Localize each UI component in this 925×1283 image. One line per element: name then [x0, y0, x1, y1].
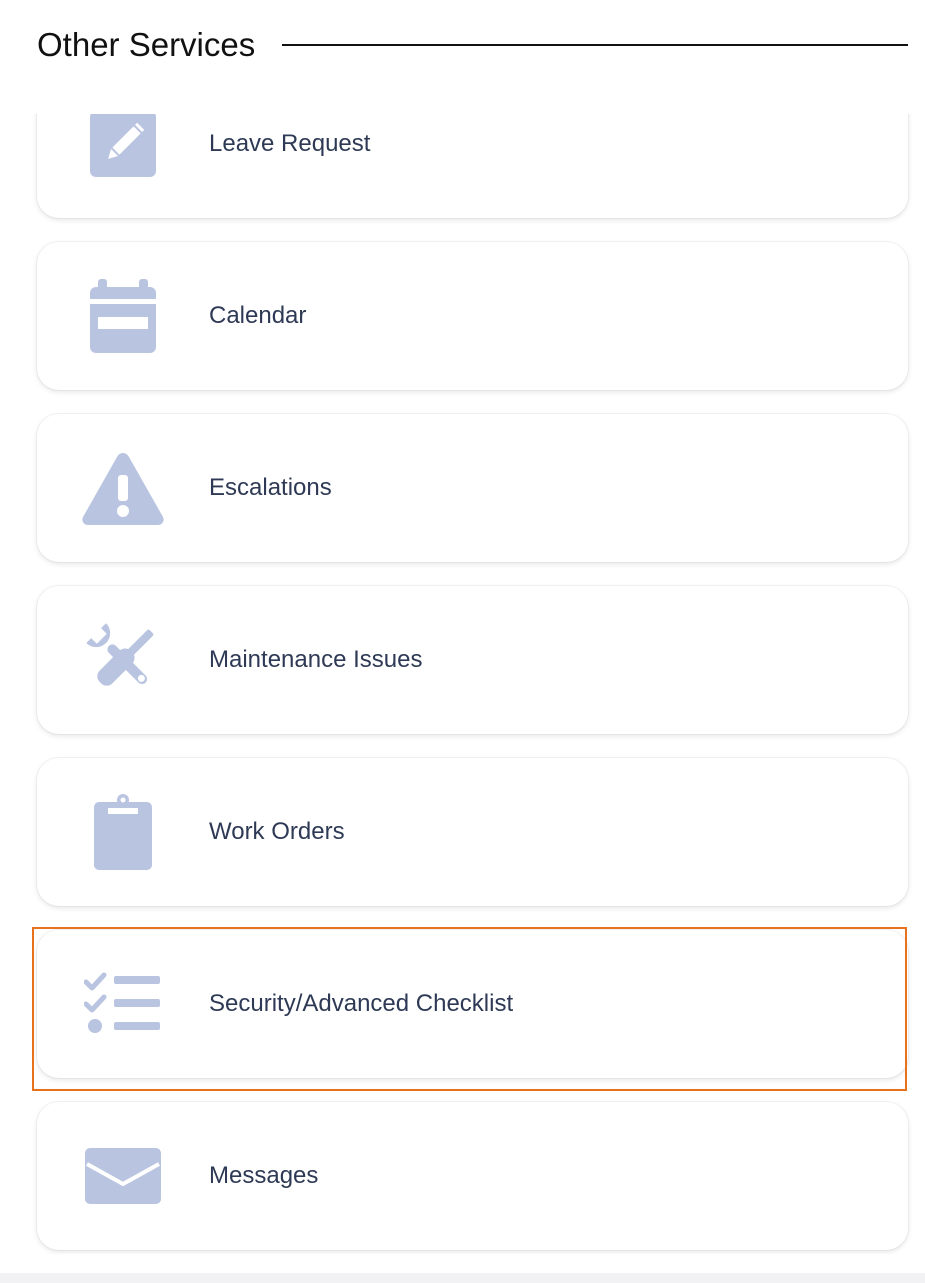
calendar-icon [81, 278, 165, 354]
service-item-maintenance-issues[interactable]: Maintenance Issues [37, 586, 908, 734]
service-item-messages[interactable]: Messages [37, 1102, 908, 1250]
clipboard-icon [81, 794, 165, 870]
service-item-escalations[interactable]: Escalations [37, 414, 908, 562]
pencil-square-icon [81, 114, 165, 182]
service-label: Maintenance Issues [209, 646, 423, 673]
service-label: Messages [209, 1162, 319, 1189]
services-list: Leave Request Calendar Escalations Maint… [0, 114, 925, 1254]
tools-icon [81, 622, 165, 698]
section-header: Other Services [37, 22, 908, 68]
service-item-leave-request[interactable]: Leave Request [37, 114, 908, 218]
service-label: Leave Request [209, 130, 371, 157]
service-label: Calendar [209, 302, 307, 329]
section-title: Other Services [37, 26, 256, 63]
envelope-icon [81, 1138, 165, 1214]
bottom-bar [0, 1273, 925, 1283]
service-item-work-orders[interactable]: Work Orders [37, 758, 908, 906]
service-label: Security/Advanced Checklist [209, 990, 514, 1017]
service-item-calendar[interactable]: Calendar [37, 242, 908, 390]
service-label: Work Orders [209, 818, 345, 845]
header-divider [282, 44, 908, 46]
service-label: Escalations [209, 474, 332, 501]
warning-triangle-icon [81, 450, 165, 526]
checklist-icon [81, 966, 165, 1042]
service-item-security-checklist[interactable]: Security/Advanced Checklist [37, 930, 908, 1078]
